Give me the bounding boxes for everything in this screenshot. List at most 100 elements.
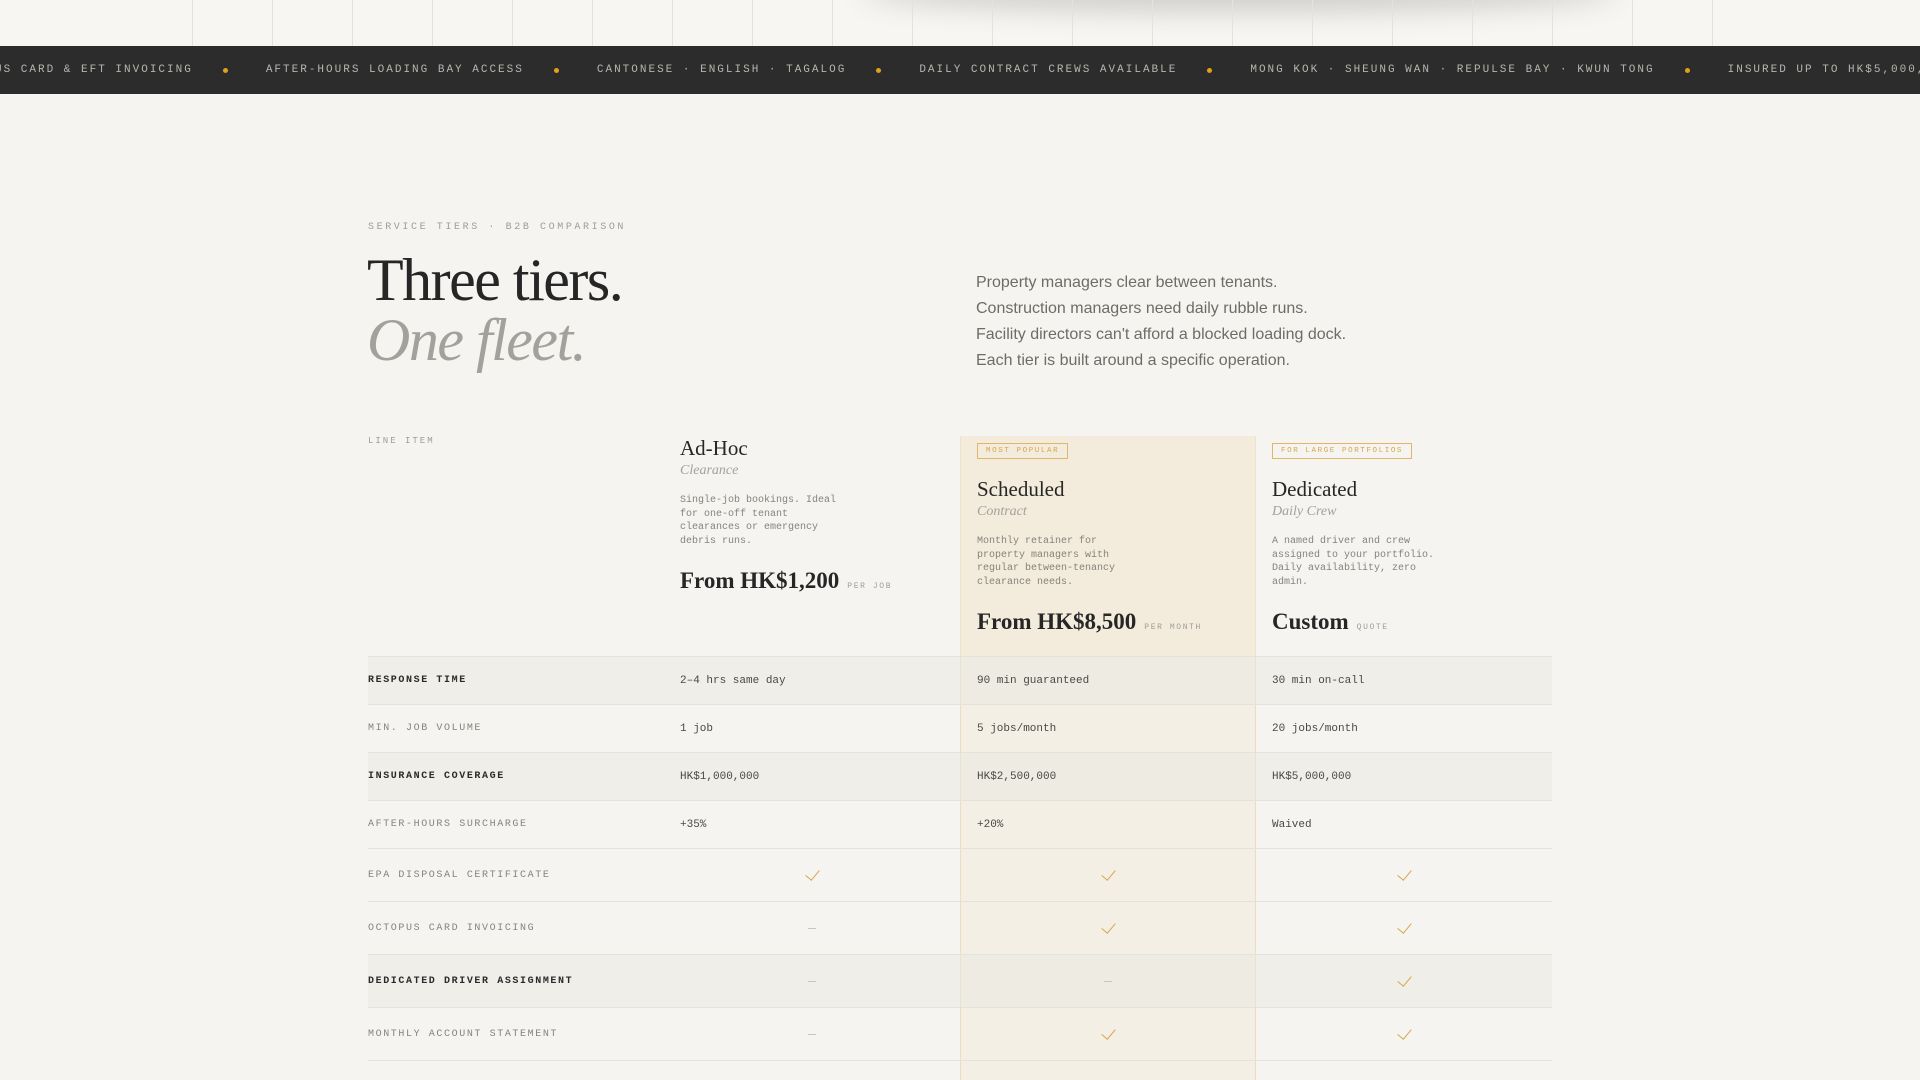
check-icon-cell bbox=[1098, 902, 1118, 954]
price-amount: From HK$1,200 bbox=[680, 568, 840, 593]
dash-icon bbox=[808, 1033, 816, 1035]
grid-line bbox=[272, 0, 273, 46]
grid-line bbox=[1712, 0, 1713, 46]
tier-description: Single-job bookings. Ideal for one-off t… bbox=[680, 495, 837, 547]
price-amount: From HK$8,500 bbox=[977, 609, 1137, 634]
top-grid-strip bbox=[0, 0, 1920, 46]
check-icon-cell bbox=[802, 849, 822, 901]
tier-description: A named driver and crew assigned to your… bbox=[1272, 536, 1435, 588]
tier-name: Dedicated bbox=[1272, 477, 1358, 501]
row-label: MONTHLY ACCOUNT STATEMENT bbox=[368, 1028, 559, 1040]
cell-value: 30 min on-call bbox=[1272, 674, 1365, 687]
price-unit: PER JOB bbox=[847, 582, 893, 591]
check-icon bbox=[1397, 918, 1412, 934]
tier-subtitle: Daily Crew bbox=[1272, 504, 1337, 519]
ticker-item: AFTER-HOURS LOADING BAY ACCESS bbox=[265, 64, 524, 76]
grid-line bbox=[752, 0, 753, 46]
page-title-italic: One fleet. bbox=[367, 307, 587, 373]
check-icon-cell bbox=[1098, 1008, 1118, 1060]
table-row: RESPONSE TIME 2–4 hrs same day 90 min guar… bbox=[368, 656, 1552, 704]
table-row: OCTOPUS CARD INVOICING bbox=[368, 901, 1552, 954]
page-title: Three tiers. bbox=[367, 247, 624, 313]
row-label: MIN. JOB VOLUME bbox=[368, 723, 483, 734]
grid-line bbox=[1632, 0, 1633, 46]
cell-value: Waived bbox=[1272, 818, 1312, 831]
dash-icon-cell bbox=[1098, 955, 1118, 1007]
grid-line bbox=[1392, 0, 1393, 46]
tier-price: Custom QUOTE bbox=[1272, 609, 1542, 635]
row-label: OCTOPUS CARD INVOICING bbox=[368, 922, 536, 934]
tier-subtitle: Clearance bbox=[680, 463, 739, 478]
table-row: AFTER-HOURS SURCHARGE +35% +20% Waived bbox=[368, 800, 1552, 848]
row-label: PRIORITY LOADING BAY SLOTS bbox=[368, 1061, 566, 1080]
tier-description: Monthly retainer for property managers w… bbox=[977, 536, 1116, 588]
check-icon-cell bbox=[1394, 849, 1414, 901]
grid-line bbox=[592, 0, 593, 46]
ticker-item: INSURED UP TO HK$5,000,00 bbox=[1727, 64, 1920, 76]
ticker-item: MONG KOK · SHEUNG WAN · REPULSE BAY · KW… bbox=[1250, 64, 1655, 76]
grid-line bbox=[992, 0, 993, 46]
grid-line bbox=[1552, 0, 1553, 46]
price-amount: Custom bbox=[1272, 609, 1349, 634]
dash-icon-cell bbox=[802, 955, 822, 1007]
intro-line: Property managers clear between tenants. bbox=[976, 274, 1278, 291]
check-icon bbox=[1397, 865, 1412, 881]
row-label: DEDICATED DRIVER ASSIGNMENT bbox=[368, 975, 574, 987]
row-label: INSURANCE COVERAGE bbox=[368, 771, 505, 782]
table-row: MIN. JOB VOLUME 1 job 5 jobs/month 20 jobs/… bbox=[368, 704, 1552, 752]
price-unit: PER MONTH bbox=[1144, 623, 1202, 632]
intro-text: Property managers clear between tenants.… bbox=[976, 270, 1416, 374]
check-icon-cell bbox=[1098, 849, 1118, 901]
dash-icon-cell bbox=[802, 902, 822, 954]
ticker-item: CANTONESE · ENGLISH · TAGALOG bbox=[596, 64, 847, 76]
check-icon bbox=[1397, 1024, 1412, 1040]
table-row: DEDICATED DRIVER ASSIGNMENT bbox=[368, 954, 1552, 1007]
section-eyebrow: SERVICE TIERS · B2B COMPARISON bbox=[368, 222, 627, 233]
comparison-table: LINE ITEM Ad-Hoc Clearance Single-job bo… bbox=[368, 436, 1552, 1080]
cell-value: HK$2,500,000 bbox=[977, 770, 1057, 783]
tier-adhoc: Ad-Hoc Clearance Single-job bookings. Id… bbox=[680, 436, 950, 594]
grid-line bbox=[1152, 0, 1153, 46]
check-icon-cell bbox=[1098, 1061, 1118, 1080]
ticker-item: DAILY CONTRACT CREWS AVAILABLE bbox=[919, 64, 1178, 76]
tier-price: From HK$8,500 PER MONTH bbox=[977, 609, 1247, 635]
dash-icon bbox=[808, 980, 816, 982]
cell-value: 5 jobs/month bbox=[977, 722, 1057, 735]
intro-line: Facility directors can't afford a blocke… bbox=[976, 326, 1347, 343]
row-label: RESPONSE TIME bbox=[368, 675, 467, 686]
cell-value: 20 jobs/month bbox=[1272, 722, 1358, 735]
price-unit: QUOTE bbox=[1356, 623, 1389, 632]
check-icon bbox=[1397, 971, 1412, 987]
cell-value: 2–4 hrs same day bbox=[680, 674, 786, 687]
dash-icon bbox=[808, 927, 816, 929]
grid-line bbox=[1472, 0, 1473, 46]
check-icon bbox=[805, 865, 820, 881]
cell-value: +20% bbox=[977, 818, 1004, 831]
table-row: PRIORITY LOADING BAY SLOTS bbox=[368, 1060, 1552, 1080]
cell-value: 1 job bbox=[680, 722, 714, 735]
tier-name: Scheduled bbox=[977, 477, 1065, 501]
grid-line bbox=[1232, 0, 1233, 46]
table-row: EPA DISPOSAL CERTIFICATE bbox=[368, 848, 1552, 901]
grid-line bbox=[432, 0, 433, 46]
intro-line: Each tier is built around a specific ope… bbox=[976, 352, 1290, 369]
grid-line bbox=[512, 0, 513, 46]
check-icon-cell bbox=[1394, 1061, 1414, 1080]
line-item-header: LINE ITEM bbox=[368, 436, 435, 446]
table-rows: RESPONSE TIME 2–4 hrs same day 90 min guar… bbox=[368, 656, 1552, 1080]
ticker-track: US CARD & EFT INVOICING AFTER-HOURS LOADI… bbox=[0, 46, 1920, 94]
grid-line bbox=[192, 0, 193, 46]
table-row: INSURANCE COVERAGE HK$1,000,000 HK$2,500,0… bbox=[368, 752, 1552, 800]
grid-line bbox=[672, 0, 673, 46]
table-row: MONTHLY ACCOUNT STATEMENT bbox=[368, 1007, 1552, 1060]
check-icon bbox=[1101, 865, 1116, 881]
ticker-dot-icon bbox=[876, 67, 882, 73]
ticker-dot-icon bbox=[553, 67, 559, 73]
check-icon bbox=[1101, 1024, 1116, 1040]
tier-scheduled: MOST POPULAR Scheduled Contract Monthly … bbox=[977, 436, 1247, 635]
grid-line bbox=[352, 0, 353, 46]
tier-price: From HK$1,200 PER JOB bbox=[680, 568, 950, 594]
row-label: EPA DISPOSAL CERTIFICATE bbox=[368, 869, 551, 881]
ticker-dot-icon bbox=[1207, 67, 1213, 73]
ticker-dot-icon bbox=[1684, 67, 1690, 73]
